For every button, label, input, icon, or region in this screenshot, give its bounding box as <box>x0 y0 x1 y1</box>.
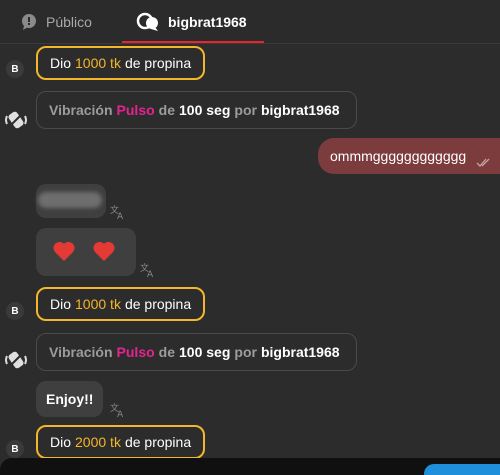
heart-icon <box>53 241 75 261</box>
vibration-mid: de <box>158 102 176 118</box>
tip-prefix: Dio <box>50 296 72 312</box>
vibration-icon <box>5 349 27 371</box>
vibration-by: por <box>234 102 257 118</box>
svg-text:A: A <box>147 270 154 278</box>
vibration-prefix: Vibración <box>49 344 113 360</box>
active-tab-indicator <box>122 41 264 43</box>
chat-bubble-icon <box>22 14 36 30</box>
vibration-message: Vibración Pulso de 100 seg por bigbrat19… <box>36 91 357 129</box>
tip-message: Dio 2000 tk de propina <box>36 425 206 459</box>
tab-public[interactable]: Público <box>20 0 92 44</box>
tip-amount: 1000 tk <box>75 296 121 312</box>
translate-icon[interactable]: 文 A <box>110 204 126 220</box>
vibration-duration: 100 seg <box>179 344 231 360</box>
vibration-mid: de <box>158 344 176 360</box>
tip-amount: 2000 tk <box>75 434 121 450</box>
avatar[interactable]: B <box>6 302 24 320</box>
tip-message: Dio 1000 tk de propina <box>36 287 206 321</box>
private-chat-icon <box>136 12 158 31</box>
tab-public-label: Público <box>46 14 92 30</box>
vibration-type: Pulso <box>116 344 155 360</box>
tip-suffix: de propina <box>124 296 192 312</box>
tip-prefix: Dio <box>50 55 72 71</box>
vibration-icon <box>5 109 27 131</box>
vibration-type: Pulso <box>116 102 155 118</box>
vibration-message: Vibración Pulso de 100 seg por bigbrat19… <box>36 333 357 371</box>
outgoing-message-text: ommmgggggggggggg <box>330 148 467 164</box>
svg-text:A: A <box>117 212 124 220</box>
translate-icon[interactable]: 文 A <box>110 402 126 418</box>
tip-message: Dio 1000 tk de propina <box>36 46 206 80</box>
avatar[interactable]: B <box>6 440 24 458</box>
vibration-user[interactable]: bigbrat1968 <box>261 344 340 360</box>
svg-text:A: A <box>117 410 124 418</box>
tip-suffix: de propina <box>124 55 192 71</box>
tab-private-user[interactable]: bigbrat1968 <box>136 0 247 44</box>
chat-tab-bar: Público bigbrat1968 <box>0 0 500 44</box>
incoming-message: Enjoy!! <box>36 381 104 417</box>
tip-suffix: de propina <box>124 434 192 450</box>
translate-icon[interactable]: 文 A <box>140 262 156 278</box>
blurred-content <box>38 192 102 208</box>
avatar[interactable]: B <box>6 60 24 78</box>
vibration-duration: 100 seg <box>179 102 231 118</box>
incoming-message-text: Enjoy!! <box>46 391 94 407</box>
double-check-icon <box>476 158 490 167</box>
send-button[interactable] <box>424 464 500 475</box>
incoming-message-hidden <box>36 184 106 218</box>
vibration-by: por <box>234 344 257 360</box>
heart-icon <box>93 241 115 261</box>
incoming-message-hearts <box>36 228 136 276</box>
outgoing-message: ommmgggggggggggg <box>318 138 500 174</box>
vibration-prefix: Vibración <box>49 102 113 118</box>
vibration-user[interactable]: bigbrat1968 <box>261 102 340 118</box>
tab-user-label: bigbrat1968 <box>168 14 247 30</box>
tip-amount: 1000 tk <box>75 55 121 71</box>
tip-prefix: Dio <box>50 434 72 450</box>
